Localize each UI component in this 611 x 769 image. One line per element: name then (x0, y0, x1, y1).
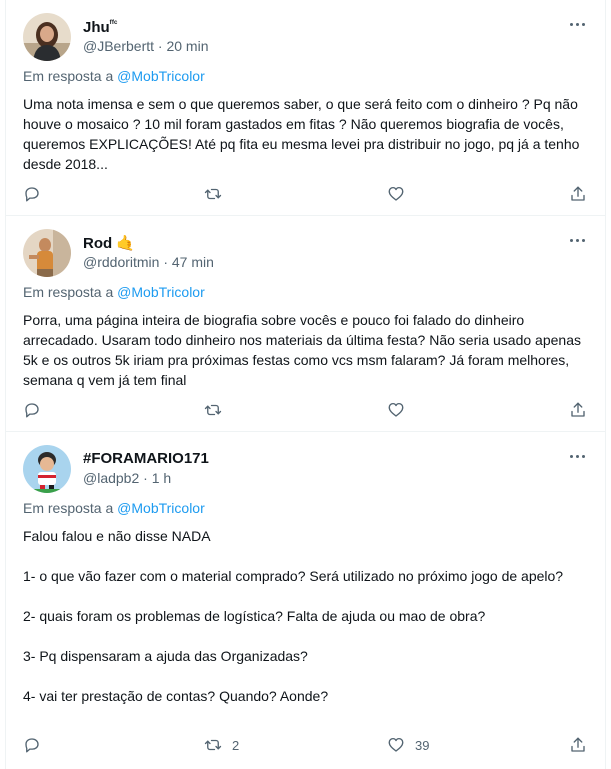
tweet-paragraph: 1- o que vão fazer com o material compra… (23, 568, 564, 584)
tweet-text: Porra, uma página inteira de biografia s… (23, 310, 591, 390)
tweet-paragraph: Falou falou e não disse NADA (23, 528, 211, 544)
tweet-paragraph: 2- quais foram os problemas de logística… (23, 608, 486, 624)
more-icon[interactable] (568, 234, 588, 248)
retweet-count: 2 (232, 737, 240, 753)
tweet-paragraph: 4- vai ter prestação de contas? Quando? … (23, 688, 329, 704)
tweet-text: Uma nota imensa e sem o que queremos sab… (23, 94, 591, 174)
handle-and-time[interactable]: @JBerbertt · 20 min (83, 38, 208, 54)
mention-link[interactable]: @MobTricolor (117, 500, 205, 516)
share-icon (571, 737, 585, 752)
reply-context: Em resposta a @MobTricolor (23, 68, 205, 84)
share-icon (571, 402, 585, 417)
handle-and-time[interactable]: @ladpb2 · 1 h (83, 470, 171, 486)
heart-icon (388, 402, 404, 417)
reply-icon (25, 738, 39, 753)
tweet-feed: Jhuᶠᶠᶜ @JBerbertt · 20 min Em resposta a… (5, 0, 606, 769)
reply-icon (25, 187, 39, 202)
reply-context: Em resposta a @MobTricolor (23, 500, 205, 516)
retweet-button[interactable] (204, 400, 232, 420)
retweet-icon (204, 404, 222, 416)
retweet-icon (204, 188, 222, 200)
like-button[interactable] (387, 400, 415, 420)
retweet-button[interactable] (204, 184, 232, 204)
tweet-actions (6, 182, 605, 206)
like-count: 39 (415, 737, 430, 753)
display-name[interactable]: #FORAMARIO171 (83, 450, 209, 467)
more-icon[interactable] (568, 18, 588, 32)
reply-context: Em resposta a @MobTricolor (23, 284, 205, 300)
heart-icon (388, 737, 404, 752)
share-button[interactable] (569, 400, 587, 420)
handle-and-time[interactable]: @rddoritmin · 47 min (83, 254, 214, 270)
call-me-hand-icon: 🤙 (116, 235, 135, 252)
display-name[interactable]: Rod 🤙 (83, 234, 135, 252)
tweet-card[interactable]: Rod 🤙 @rddoritmin · 47 min Em resposta a … (6, 216, 605, 432)
reply-button[interactable] (23, 400, 51, 420)
tweet-card[interactable]: #FORAMARIO171 @ladpb2 · 1 h Em resposta … (6, 432, 605, 769)
tweet-text: Falou falou e não disse NADA 1- o que vã… (23, 526, 591, 706)
tweet-card[interactable]: Jhuᶠᶠᶜ @JBerbertt · 20 min Em resposta a… (6, 0, 605, 216)
reply-icon (25, 403, 39, 418)
mention-link[interactable]: @MobTricolor (117, 68, 205, 84)
mention-link[interactable]: @MobTricolor (117, 284, 205, 300)
reply-button[interactable] (23, 184, 51, 204)
tweet-actions (6, 398, 605, 422)
retweet-button[interactable]: 2 (204, 735, 239, 755)
tweet-paragraph: Porra, uma página inteira de biografia s… (23, 312, 581, 388)
more-icon[interactable] (568, 450, 588, 464)
share-button[interactable] (569, 184, 587, 204)
tweet-paragraph: Uma nota imensa e sem o que queremos sab… (23, 96, 580, 172)
like-button[interactable]: 39 (387, 735, 429, 755)
retweet-icon (204, 739, 222, 751)
like-button[interactable] (387, 184, 415, 204)
tweet-paragraph: 3- Pq dispensaram a ajuda das Organizada… (23, 648, 308, 664)
avatar[interactable] (23, 445, 71, 493)
avatar[interactable] (23, 229, 71, 277)
heart-icon (388, 186, 404, 201)
share-button[interactable] (569, 735, 587, 755)
tweet-actions: 2 39 (6, 733, 605, 757)
share-icon (571, 186, 585, 201)
reply-button[interactable] (23, 735, 51, 755)
avatar[interactable] (23, 13, 71, 61)
display-name[interactable]: Jhuᶠᶠᶜ (83, 18, 117, 36)
